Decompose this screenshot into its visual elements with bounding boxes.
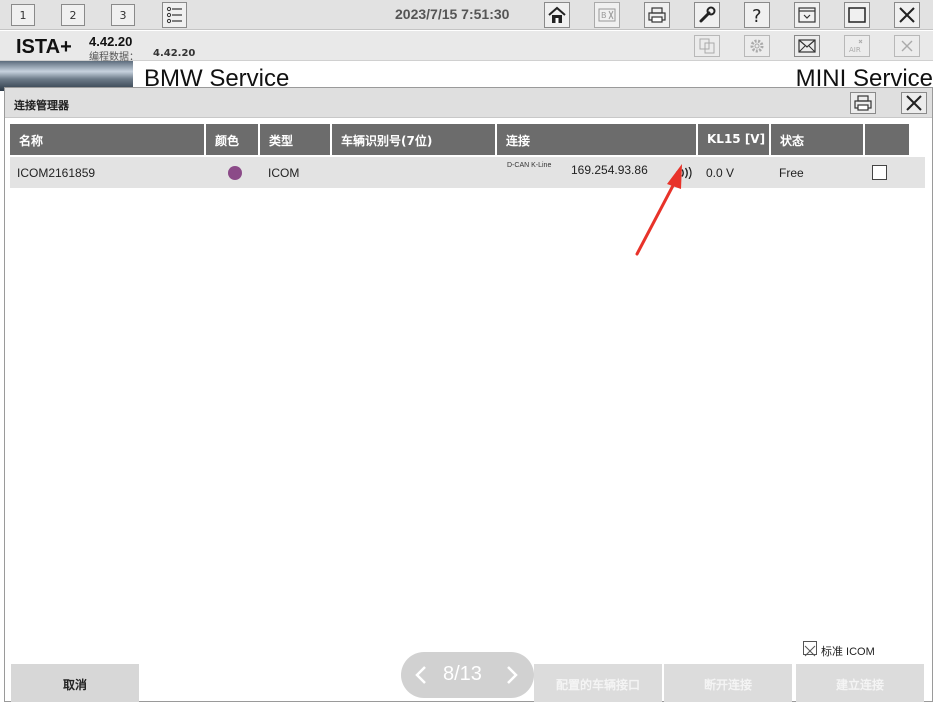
close-icon [899,7,915,23]
close-icon [901,40,913,52]
cancel-button[interactable]: 取消 [11,664,139,702]
column-header-vin[interactable]: 车辆识别号(7位) [332,124,497,155]
programming-data-value: 4.42.20 [153,48,196,59]
settings-button[interactable] [744,35,770,57]
table-row[interactable]: ICOM2161859 ICOM D-CAN K-Line 169.254.93… [10,157,925,188]
print-button[interactable] [644,2,670,28]
help-button[interactable]: ? [744,2,770,28]
close-session-button[interactable] [894,35,920,57]
dialog-titlebar: 连接管理器 [5,88,932,118]
dtc-icon: B [598,8,616,22]
svg-text:AIR: AIR [849,46,861,54]
dialog-title: 连接管理器 [14,99,69,112]
top-toolbar: 1 2 3 2023/7/15 7:51:30 B ? [0,0,933,30]
maximize-button[interactable] [844,2,870,28]
copy-icon [699,38,715,54]
connect-button[interactable]: 建立连接 [796,664,924,702]
connection-manager-dialog: 连接管理器 名称 颜色 类型 车辆识别号(7位) 连接 KL15 [V] 状态 … [4,87,933,702]
column-header-select[interactable] [865,124,911,155]
column-header-color[interactable]: 颜色 [206,124,260,155]
printer-icon [648,7,666,23]
column-header-connection[interactable]: 连接 [497,124,698,155]
dialog-print-button[interactable] [850,92,876,114]
list-icon [166,6,182,24]
list-menu-button[interactable] [162,2,187,28]
row-connection-ip: 169.254.93.86 [571,163,648,177]
wireless-signal-icon [675,167,692,179]
home-icon [548,6,566,23]
copy-button[interactable] [694,35,720,57]
minimize-button[interactable] [794,2,820,28]
gear-icon [750,39,764,53]
question-icon: ? [752,6,762,24]
printer-icon [854,95,872,111]
row-status: Free [779,166,804,180]
app-name: ISTA+ [16,36,72,58]
row-name: ICOM2161859 [17,166,96,180]
tab-2-button[interactable]: 2 [61,4,85,26]
disconnect-button[interactable]: 断开连接 [664,664,792,702]
home-button[interactable] [544,2,570,28]
envelope-icon [798,39,816,53]
column-header-type[interactable]: 类型 [260,124,332,155]
row-connection-protocol: D-CAN K-Line [507,162,552,169]
air-button[interactable]: AIR [844,35,870,57]
dtc-button[interactable]: B [594,2,620,28]
column-header-kl15[interactable]: KL15 [V] [698,124,771,155]
table-header: 名称 颜色 类型 车辆识别号(7位) 连接 KL15 [V] 状态 [10,124,925,155]
datetime: 2023/7/15 7:51:30 [395,6,510,22]
wrench-icon [699,6,716,23]
row-kl15: 0.0 V [706,166,735,180]
tab-3-button[interactable]: 3 [111,4,135,26]
close-icon [906,95,922,111]
row-select-checkbox[interactable] [872,165,887,180]
tools-button[interactable] [694,2,720,28]
configured-vehicle-interface-button[interactable]: 配置的车辆接口 [534,664,662,702]
standard-icom-label: 标准 ICOM [821,646,875,658]
square-icon [848,7,866,23]
checkbox-x-icon [804,645,816,657]
column-header-name[interactable]: 名称 [10,124,206,155]
chevron-left-icon[interactable] [414,665,428,685]
page-counter: 8/13 [443,663,482,685]
window-down-icon [798,7,816,23]
standard-icom-checkbox[interactable] [803,641,817,657]
dialog-close-button[interactable] [901,92,927,114]
row-type: ICOM [268,166,300,180]
app-version: 4.42.20 [89,34,133,49]
row-color-dot [228,166,242,180]
svg-text:B: B [601,11,607,20]
page-indicator: 8/13 [401,652,534,698]
tab-1-button[interactable]: 1 [11,4,35,26]
svg-text:?: ? [752,6,762,24]
mail-button[interactable] [794,35,820,57]
close-app-button[interactable] [894,2,920,28]
air-icon: AIR [849,39,863,54]
column-header-status[interactable]: 状态 [771,124,865,155]
chevron-right-icon[interactable] [505,665,519,685]
app-info-bar: ISTA+ 4.42.20 编程数据： 4.42.20 AIR [0,31,933,63]
